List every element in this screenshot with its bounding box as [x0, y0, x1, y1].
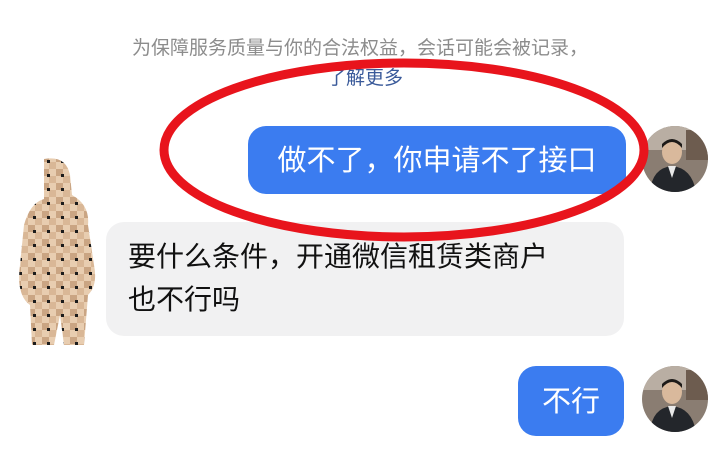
person-photo-icon-2: [642, 366, 708, 432]
message-bubble-self-1[interactable]: 做不了，你申请不了接口: [248, 126, 626, 194]
message-line-2: 也不行吗: [128, 283, 241, 316]
person-photo-icon: [642, 126, 708, 192]
message-line-1: 要什么条件，开通微信租赁类商户: [128, 240, 549, 273]
self-avatar[interactable]: [642, 126, 708, 192]
other-avatar-mosaic[interactable]: [14, 155, 100, 350]
message-bubble-self-2[interactable]: 不行: [518, 366, 624, 436]
learn-more-link[interactable]: 了解更多: [0, 66, 720, 90]
self-avatar-2[interactable]: [642, 366, 708, 432]
mosaic-avatar-icon: [19, 158, 96, 345]
session-record-notice: 为保障服务质量与你的合法权益，会话可能会被记录，: [131, 37, 588, 59]
message-bubble-other-1[interactable]: 要什么条件，开通微信租赁类商户 也不行吗: [106, 222, 624, 336]
